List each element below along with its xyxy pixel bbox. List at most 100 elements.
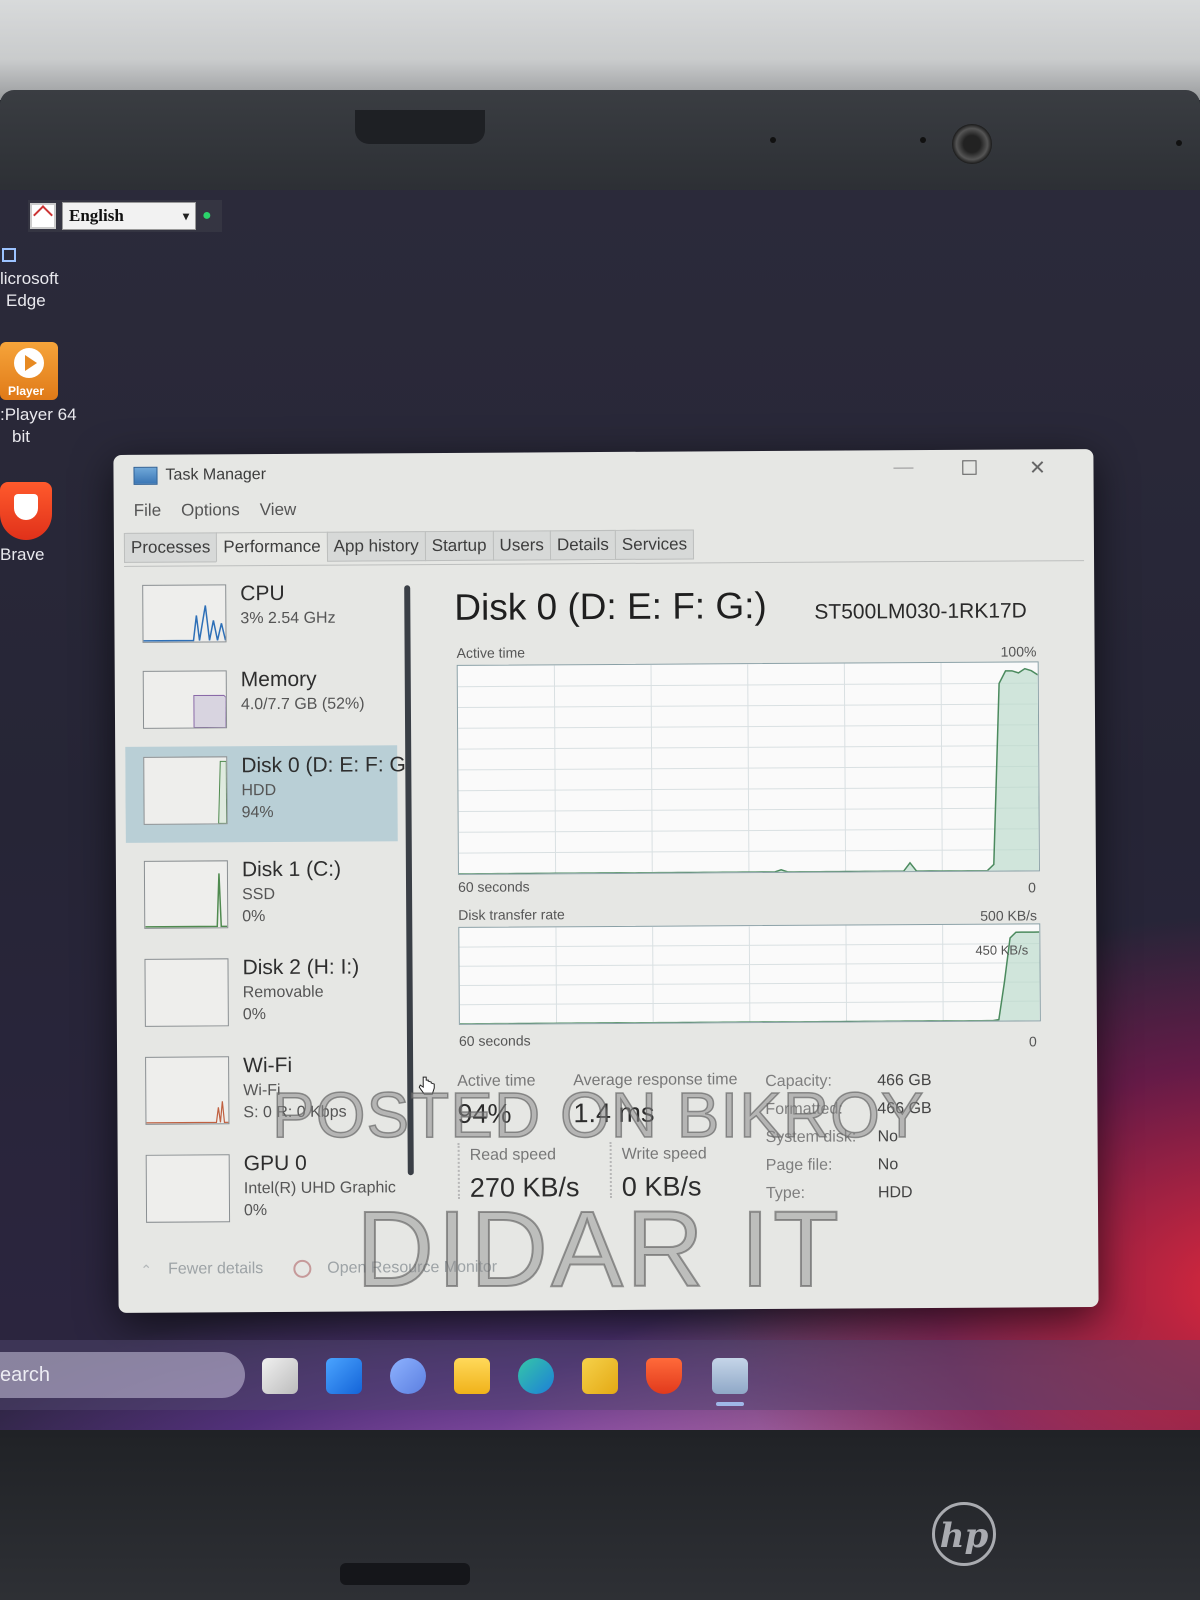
active-time-graph-min: 0 xyxy=(1027,879,1036,896)
edge-icon[interactable] xyxy=(518,1358,554,1394)
sidebar-item-title: GPU 0 xyxy=(243,1151,307,1176)
tab-app-history[interactable]: App history xyxy=(326,531,426,562)
player-icon-text: Player xyxy=(8,384,45,398)
prop-page-file-label: Page file: xyxy=(765,1156,833,1175)
laptop-bezel-top xyxy=(0,90,1200,195)
tab-strip: Processes Performance App history Startu… xyxy=(123,529,695,563)
active-time-graph xyxy=(456,661,1040,875)
minimize-button[interactable]: — xyxy=(883,456,923,479)
graph-gridline xyxy=(555,927,558,1024)
prop-page-file-value: No xyxy=(877,1156,899,1174)
desktop-icon-brave[interactable]: Brave xyxy=(0,482,52,566)
menu-bar: File Options View xyxy=(134,500,297,521)
desktop-icon-label: Brave xyxy=(0,545,45,564)
desktop-icon-label: :Player 64 xyxy=(0,405,77,424)
taskbar-active-indicator xyxy=(716,1402,744,1406)
sidebar-item-usage: 94% xyxy=(241,804,274,822)
disk2-mini-graph xyxy=(144,958,229,1027)
sensor-dot xyxy=(1176,140,1182,146)
graph-gridline xyxy=(748,926,751,1023)
menu-options[interactable]: Options xyxy=(181,500,240,520)
brave-icon xyxy=(0,482,52,540)
sidebar-item-usage: 0% xyxy=(242,908,266,926)
transfer-rate-graph-label: Disk transfer rate xyxy=(458,906,565,923)
wifi-mini-graph xyxy=(145,1056,230,1125)
brave-icon[interactable] xyxy=(646,1358,682,1394)
transfer-rate-graph-max: 500 KB/s xyxy=(980,907,1038,924)
screen: English ▾ ● licrosoft Edge Player :Playe… xyxy=(0,190,1200,1430)
tab-performance[interactable]: Performance xyxy=(216,531,328,563)
sidebar-item-title: CPU xyxy=(240,581,285,606)
chevron-up-icon: ⌃ xyxy=(140,1261,153,1278)
player-icon: Player xyxy=(0,342,58,400)
taskbar: earch xyxy=(0,1340,1200,1410)
shield-icon[interactable]: ● xyxy=(202,207,212,225)
active-time-graph-duration: 60 seconds xyxy=(457,878,530,895)
transfer-rate-inner-label: 450 KB/s xyxy=(975,942,1029,958)
start-icon[interactable] xyxy=(326,1358,362,1394)
tab-details[interactable]: Details xyxy=(549,529,616,561)
memory-mini-graph xyxy=(142,670,228,729)
sensor-dot xyxy=(920,137,926,143)
watermark-line-2: DIDAR IT xyxy=(355,1187,843,1310)
sidebar-item-title: Memory xyxy=(240,667,317,692)
sidebar-item-usage: 0% xyxy=(243,1202,268,1220)
taskbar-search-text: earch xyxy=(0,1364,51,1386)
transfer-rate-graph-duration: 60 seconds xyxy=(458,1032,531,1049)
tab-users[interactable]: Users xyxy=(492,530,552,561)
menu-view[interactable]: View xyxy=(260,500,297,520)
tab-startup[interactable]: Startup xyxy=(424,530,494,562)
cpu-mini-graph xyxy=(142,584,227,643)
webcam-icon xyxy=(952,124,992,164)
sensor-dot xyxy=(770,137,776,143)
graph-gridline xyxy=(845,925,848,1022)
sidebar-item-title: Disk 1 (C:) xyxy=(241,857,342,882)
laptop-hinge xyxy=(340,1563,470,1585)
watermark-line-1: POSTED ON BIKROY xyxy=(271,1078,925,1152)
disk0-mini-graph xyxy=(143,756,228,825)
hp-logo-icon: hp xyxy=(932,1502,996,1566)
shortcut-arrow-icon xyxy=(2,248,16,262)
sidebar-item-title: Wi-Fi xyxy=(243,1053,293,1078)
laptop-bezel-bottom xyxy=(0,1430,1200,1600)
desktop-icon-edge[interactable]: licrosoft Edge xyxy=(0,248,59,312)
chevron-down-icon: ▾ xyxy=(182,208,189,223)
graph-gridline xyxy=(652,926,654,1023)
sidebar-item-subtitle: SSD xyxy=(242,886,276,904)
desktop-icon-label: Edge xyxy=(6,291,46,310)
transfer-rate-graph: 450 KB/s xyxy=(458,923,1041,1025)
tab-processes[interactable]: Processes xyxy=(123,532,218,563)
active-time-graph-max: 100% xyxy=(1000,643,1037,660)
disk1-mini-graph xyxy=(143,860,229,929)
sidebar-item-usage: 0% xyxy=(242,1006,266,1024)
store-icon[interactable] xyxy=(582,1358,618,1394)
desktop-icon-label: bit xyxy=(12,427,30,446)
language-bar-icon[interactable] xyxy=(30,203,56,229)
fewer-details-link[interactable]: Fewer details xyxy=(168,1260,263,1279)
task-manager-window: Task Manager — ☐ ✕ File Options View Pro… xyxy=(113,449,1099,1313)
graph-gridline xyxy=(942,924,944,1021)
camera-notch xyxy=(355,110,485,144)
sidebar-item-title: Disk 0 (D: E: F: G xyxy=(241,753,406,778)
sidebar-item-memory[interactable]: Memory 4.0/7.7 GB (52%) xyxy=(125,659,398,749)
sidebar-item-disk-1[interactable]: Disk 1 (C:) SSD 0% xyxy=(126,849,399,939)
language-select[interactable]: English ▾ xyxy=(62,202,196,230)
resource-monitor-icon xyxy=(293,1259,312,1278)
title-bar: Task Manager xyxy=(133,466,266,485)
chat-icon[interactable] xyxy=(390,1358,426,1394)
maximize-button[interactable]: ☐ xyxy=(949,456,989,481)
sidebar-item-cpu[interactable]: CPU 3% 2.54 GHz xyxy=(124,573,397,663)
language-bar: English ▾ ● xyxy=(28,200,222,232)
sidebar-item-disk-0[interactable]: Disk 0 (D: E: F: G HDD 94% xyxy=(125,745,406,843)
sidebar-item-title: Disk 2 (H: I:) xyxy=(242,955,360,980)
task-view-icon[interactable] xyxy=(262,1358,298,1394)
close-button[interactable]: ✕ xyxy=(1017,455,1057,480)
desktop-icon-player[interactable]: Player :Player 64 bit xyxy=(0,342,77,448)
sidebar-item-subtitle: 3% 2.54 GHz xyxy=(240,609,336,628)
sidebar-item-disk-2[interactable]: Disk 2 (H: I:) Removable 0% xyxy=(126,947,399,1037)
file-explorer-icon[interactable] xyxy=(454,1358,490,1394)
sidebar-item-subtitle: Removable xyxy=(242,983,324,1002)
task-manager-icon[interactable] xyxy=(712,1358,748,1394)
menu-file[interactable]: File xyxy=(134,501,162,521)
tab-services[interactable]: Services xyxy=(614,529,695,560)
